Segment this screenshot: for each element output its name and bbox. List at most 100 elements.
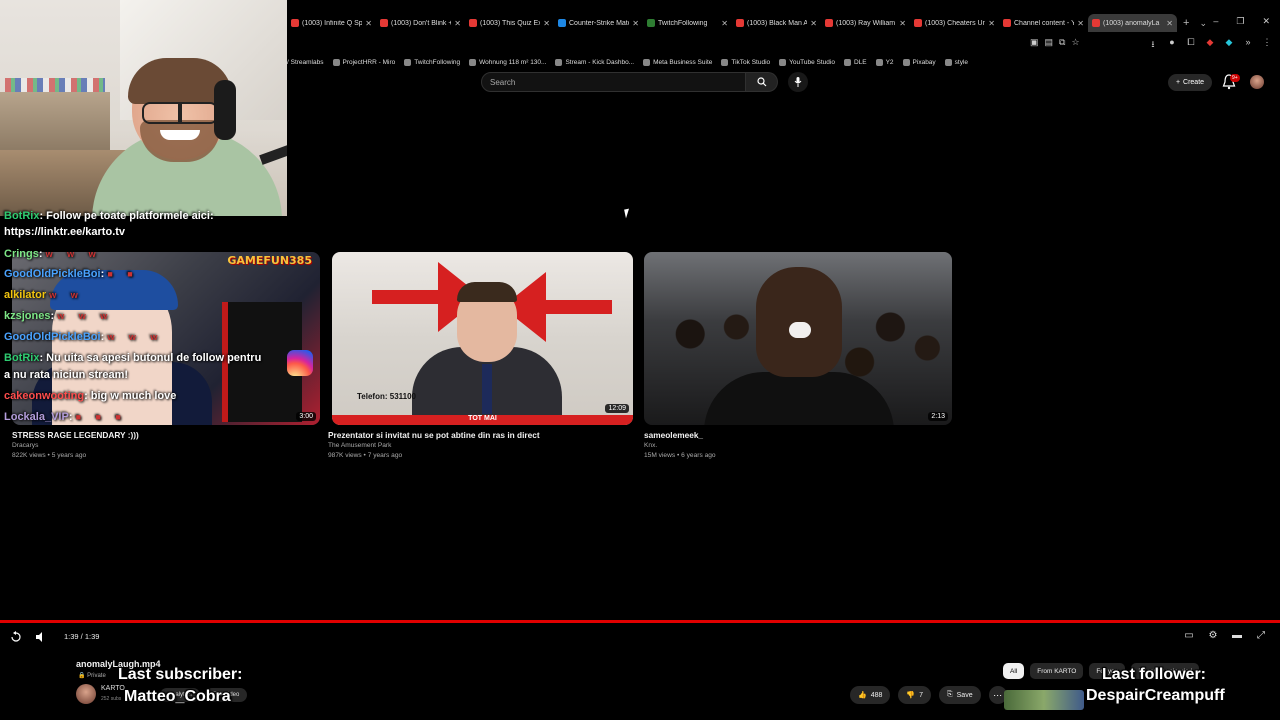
tab-close-icon[interactable]: ✕ <box>721 19 728 28</box>
visibility-label: 🔒 Private <box>78 673 106 679</box>
cast-icon[interactable]: ▤ <box>1045 37 1054 48</box>
tab-close-icon[interactable]: ✕ <box>1077 19 1084 28</box>
replay-button[interactable] <box>10 630 22 644</box>
chat-text: : <box>50 310 55 322</box>
player-right-controls: ▭ ⚙ ▬ ⤢ <box>1184 630 1266 641</box>
video-channel[interactable]: Dracarys <box>12 442 38 449</box>
video-progress-bar[interactable] <box>0 620 1280 623</box>
filter-chip[interactable]: All <box>1003 663 1025 679</box>
new-tab-icon[interactable]: + <box>1183 17 1189 29</box>
like-count: 488 <box>870 691 883 699</box>
tab-close-icon[interactable]: ✕ <box>1166 19 1173 28</box>
browser-tab[interactable]: TwitchFollowing ✕ <box>643 14 732 32</box>
chat-emotes: w w w <box>45 249 102 259</box>
volume-icon <box>36 632 42 642</box>
tab-close-icon[interactable]: ✕ <box>899 19 906 28</box>
download-icon[interactable]: ⭳ <box>1148 37 1158 53</box>
glasses <box>142 102 218 124</box>
bookmark-item[interactable]: Wohnung 118 m² 130... <box>469 58 546 66</box>
chat-emotes: w w <box>49 290 84 300</box>
bookmark-item[interactable]: DLE <box>843 58 867 66</box>
save-button[interactable]: ⎘ Save <box>939 686 981 704</box>
video-channel[interactable]: The Amusement Park <box>328 442 391 449</box>
mouse-cursor <box>624 208 631 219</box>
search-button[interactable] <box>746 72 778 92</box>
tab-title: (1003) Cheaters Unite <box>925 19 986 27</box>
browser-tab[interactable]: (1003) Black Man Ang✕ <box>732 14 821 32</box>
browser-tab[interactable]: Counter-Strike Match ✕ <box>554 14 643 32</box>
tab-close-icon[interactable]: ✕ <box>810 19 817 28</box>
tab-close-icon[interactable]: ✕ <box>365 19 372 28</box>
search-input[interactable]: Search <box>481 72 746 92</box>
recommended-video-thumbnail[interactable] <box>1004 690 1084 710</box>
bookmark-item[interactable]: / Streamlabs <box>287 59 324 66</box>
video-channel[interactable]: Knx. <box>644 442 657 449</box>
browser-tab[interactable]: (1003) Infinite Q Spam✕ <box>287 14 376 32</box>
bookmark-item[interactable]: ProjectHRR - Miro <box>332 58 395 66</box>
filter-chip[interactable]: From KARTO <box>1030 663 1084 679</box>
fullscreen-icon[interactable]: ⤢ <box>1256 630 1266 641</box>
browser-tab[interactable]: (1003) anomalyLa ✕ <box>1088 14 1177 32</box>
settings-gear-icon[interactable]: ⚙ <box>1208 630 1218 641</box>
video-thumbnail[interactable]: 2:13 <box>644 252 952 425</box>
chat-message: https://linktr.ee/karto.tv <box>4 222 125 243</box>
presenter-tie <box>482 364 492 414</box>
browser-tab[interactable]: (1003) Don't Blink + W✕ <box>376 14 465 32</box>
bookmark-favicon-icon <box>875 58 883 66</box>
video-title[interactable]: Prezentator si invitat nu se pot abtine … <box>328 430 540 440</box>
bookmark-item[interactable]: YouTube Studio <box>779 58 835 66</box>
chat-username: BotRix <box>4 210 40 222</box>
tab-title: (1003) Ray William Joh <box>836 19 896 27</box>
tab-close-icon[interactable]: ✕ <box>543 19 550 28</box>
channel-name[interactable]: KARTO <box>101 685 125 692</box>
tab-close-icon[interactable]: ✕ <box>988 19 995 28</box>
browser-tab[interactable]: Channel content - You✕ <box>999 14 1088 32</box>
time-display: 1:39 / 1:39 <box>64 632 100 641</box>
extension-red-icon[interactable]: ◆ <box>1205 37 1215 53</box>
more-extensions-icon[interactable]: » <box>1243 37 1253 53</box>
tab-favicon-icon <box>380 19 388 27</box>
maximize-icon[interactable]: ❐ <box>1236 16 1244 27</box>
browser-tab[interactable]: (1003) Ray William Joh✕ <box>821 14 910 32</box>
tab-close-icon[interactable]: ✕ <box>632 19 639 28</box>
menu-icon[interactable]: ⋮ <box>1262 37 1272 53</box>
extension-teal-icon[interactable]: ◆ <box>1224 37 1234 53</box>
close-icon[interactable]: ✕ <box>1262 16 1270 27</box>
chat-text: a nu rata niciun stream! <box>4 369 129 381</box>
tab-title: (1003) Black Man Ang <box>747 19 808 27</box>
browser-tab[interactable]: (1003) This Quiz Expo✕ <box>465 14 554 32</box>
bookmark-item[interactable]: Pixabay <box>902 58 936 66</box>
theater-mode-icon[interactable]: ▬ <box>1232 630 1242 641</box>
captions-icon[interactable]: ▭ <box>1184 630 1194 641</box>
volume-button[interactable] <box>35 630 47 644</box>
bookmark-label: style <box>954 58 969 66</box>
tab-title: TwitchFollowing <box>658 19 708 27</box>
create-button[interactable]: + Create <box>1168 74 1212 91</box>
minimize-icon[interactable]: – <box>1213 16 1218 27</box>
like-button[interactable]: 👍 488 <box>850 686 891 704</box>
video-title[interactable]: sameolemeek_ <box>644 430 703 440</box>
bookmark-item[interactable]: TikTok Studio <box>721 58 770 66</box>
video-thumbnail[interactable]: Telefon: 531100 TOT MAI 12:09 <box>332 252 633 425</box>
browser-tab[interactable]: (1003) Cheaters Unite✕ <box>910 14 999 32</box>
tab-favicon-icon <box>736 19 744 27</box>
account-avatar[interactable] <box>1250 75 1264 89</box>
voice-search-button[interactable] <box>788 72 808 92</box>
bookmark-item[interactable]: Stream - Kick Dashbo... <box>555 58 634 66</box>
translate-icon[interactable]: ⧉ <box>1059 37 1065 48</box>
channel-avatar[interactable] <box>76 684 96 704</box>
screenshot-icon[interactable]: ▣ <box>1030 37 1039 48</box>
video-title[interactable]: STRESS RAGE LEGENDARY :))) <box>12 430 139 440</box>
tab-favicon-icon <box>291 19 299 27</box>
puzzle-icon[interactable]: ⧠ <box>1186 37 1196 53</box>
extension-icon[interactable]: ● <box>1167 37 1177 53</box>
dislike-button[interactable]: 👎 7 <box>898 686 932 704</box>
bookmark-item[interactable]: Meta Business Suite <box>643 58 712 66</box>
tab-search-icon[interactable]: ⌄ <box>1199 18 1207 29</box>
bookmark-item[interactable]: Y2 <box>875 58 894 66</box>
bookmark-item[interactable]: TwitchFollowing <box>404 58 460 66</box>
tab-close-icon[interactable]: ✕ <box>454 19 461 28</box>
bookmark-star-icon[interactable]: ☆ <box>1071 37 1079 48</box>
video-duration: 3:00 <box>296 412 316 421</box>
bookmark-item[interactable]: style <box>944 58 969 66</box>
